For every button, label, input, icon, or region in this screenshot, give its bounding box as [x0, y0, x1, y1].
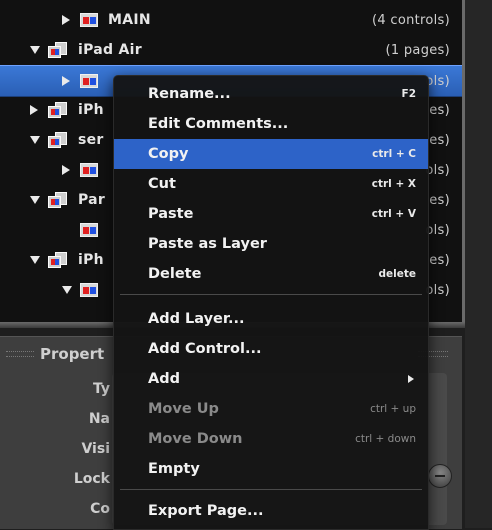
menu-item-label: Edit Comments...	[148, 116, 289, 132]
menu-item-edit-comments[interactable]: Edit Comments...	[114, 109, 428, 139]
tree-row-count: es)	[429, 132, 450, 148]
collapse-arrow-icon[interactable]	[30, 136, 40, 144]
menu-item-add[interactable]: Add	[114, 364, 428, 394]
tree-row-count: (4 controls)	[372, 12, 450, 28]
menu-item-delete[interactable]: Delete delete	[114, 259, 428, 289]
page-icon	[80, 163, 98, 177]
page-icon	[80, 74, 98, 88]
menu-item-label: Rename...	[148, 86, 231, 102]
device-icon	[48, 42, 68, 58]
color-knob[interactable]	[428, 464, 452, 488]
expand-arrow-icon[interactable]	[62, 15, 70, 25]
page-icon	[80, 13, 98, 27]
menu-item-shortcut: ctrl + X	[371, 178, 416, 190]
menu-item-shortcut: ctrl + up	[370, 403, 416, 415]
menu-item-add-control[interactable]: Add Control...	[114, 334, 428, 364]
menu-item-shortcut: ctrl + V	[371, 208, 416, 220]
menu-item-shortcut: ctrl + C	[372, 148, 416, 160]
tree-row-count: (1 pages)	[385, 42, 450, 58]
prop-label-locked: Lock	[73, 471, 110, 487]
menu-item-label: Add	[148, 371, 180, 387]
collapse-arrow-icon[interactable]	[30, 46, 40, 54]
collapse-arrow-icon[interactable]	[30, 256, 40, 264]
menu-item-shortcut: F2	[401, 88, 416, 100]
menu-item-label: Paste as Layer	[148, 236, 267, 252]
tree-row-count: ols)	[425, 162, 450, 178]
expand-arrow-icon[interactable]	[30, 105, 38, 115]
menu-item-rename[interactable]: Rename... F2	[114, 79, 428, 109]
collapse-arrow-icon[interactable]	[30, 196, 40, 204]
menu-item-label: Copy	[148, 146, 189, 162]
tree-row-label: iPh	[78, 252, 104, 268]
menu-item-label: Move Up	[148, 401, 219, 417]
menu-item-move-up: Move Up ctrl + up	[114, 394, 428, 424]
submenu-arrow-icon	[408, 375, 414, 383]
menu-item-label: Paste	[148, 206, 194, 222]
tree-row-main-page[interactable]: MAIN (4 controls)	[0, 5, 462, 35]
page-icon	[80, 283, 98, 297]
menu-item-shortcut: delete	[378, 268, 417, 280]
window-edge	[465, 0, 492, 528]
tree-row-count: ols)	[425, 222, 450, 238]
tree-row-count: es)	[429, 192, 450, 208]
device-icon	[48, 192, 68, 208]
menu-separator	[120, 489, 422, 490]
menu-item-export-page[interactable]: Export Page...	[114, 496, 428, 526]
tree-row-label: MAIN	[108, 12, 151, 28]
menu-item-move-down: Move Down ctrl + down	[114, 424, 428, 454]
prop-label-color: Co	[90, 501, 110, 517]
tree-row-label: ser	[78, 132, 104, 148]
menu-item-paste[interactable]: Paste ctrl + V	[114, 199, 428, 229]
device-icon	[48, 102, 68, 118]
menu-item-label: Export Page...	[148, 503, 264, 519]
menu-item-label: Add Layer...	[148, 311, 245, 327]
tree-row-label: Par	[78, 192, 106, 208]
tree-row-label: iPad Air	[78, 42, 142, 58]
menu-item-label: Move Down	[148, 431, 243, 447]
page-icon	[80, 223, 98, 237]
grip-icon	[6, 351, 34, 357]
menu-item-label: Empty	[148, 461, 200, 477]
context-menu: Rename... F2 Edit Comments... Copy ctrl …	[113, 75, 429, 530]
tree-row-ipad-air[interactable]: iPad Air (1 pages)	[0, 35, 462, 65]
menu-item-cut[interactable]: Cut ctrl + X	[114, 169, 428, 199]
menu-item-shortcut: ctrl + down	[355, 433, 416, 445]
properties-title: Propert	[40, 345, 105, 363]
tree-row-count: es)	[429, 102, 450, 118]
tree-row-count: ols)	[425, 282, 450, 298]
tree-row-count: es)	[429, 252, 450, 268]
menu-item-add-layer[interactable]: Add Layer...	[114, 304, 428, 334]
menu-item-label: Delete	[148, 266, 202, 282]
prop-label-name: Na	[88, 411, 110, 427]
prop-label-type: Ty	[92, 381, 110, 397]
expand-arrow-icon[interactable]	[62, 165, 70, 175]
menu-item-copy[interactable]: Copy ctrl + C	[114, 139, 428, 169]
menu-separator	[120, 294, 422, 295]
device-icon	[48, 132, 68, 148]
menu-item-label: Add Control...	[148, 341, 262, 357]
menu-item-label: Cut	[148, 176, 176, 192]
device-icon	[48, 252, 68, 268]
collapse-arrow-icon[interactable]	[62, 286, 72, 294]
prop-label-visible: Visi	[81, 441, 110, 457]
menu-item-empty[interactable]: Empty	[114, 454, 428, 484]
expand-arrow-icon[interactable]	[62, 76, 70, 86]
menu-item-paste-as-layer[interactable]: Paste as Layer	[114, 229, 428, 259]
tree-row-label: iPh	[78, 102, 104, 118]
tree-row-count: ols)	[425, 73, 450, 89]
